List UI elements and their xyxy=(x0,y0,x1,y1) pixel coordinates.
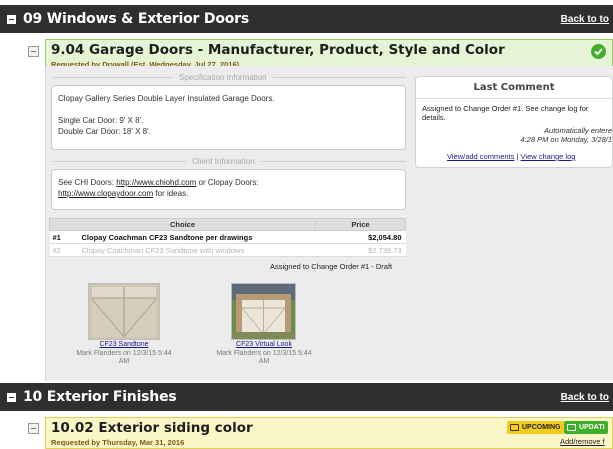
last-comment-panel: Last Comment Assigned to Change Order #1… xyxy=(415,76,613,168)
chiohd-link[interactable]: http://www.chiohd.com xyxy=(116,178,196,187)
comment-text: Assigned to Change Order #1. See change … xyxy=(422,104,589,122)
item-title: 9.04 Garage Doors - Manufacturer, Produc… xyxy=(51,42,505,58)
spec-info-label: Specification Information xyxy=(53,73,406,82)
collapse-item-icon[interactable] xyxy=(28,46,39,57)
attachment-caption: CF23 Sandtone Mark Flanders on 12/3/15 5… xyxy=(76,341,172,365)
choice-number: #2 xyxy=(49,243,80,257)
change-order-note: Assigned to Change Order #1 - Draft xyxy=(270,262,393,271)
comment-meta: Automatically entere 4:28 PM on Monday, … xyxy=(520,126,612,144)
item-requested: Requested by Thursday, Mar 31, 2016 xyxy=(51,438,185,447)
table-header-row: Choice Price xyxy=(49,218,406,231)
choice-column-header: Choice xyxy=(49,218,316,231)
calendar-icon xyxy=(510,424,519,431)
clopay-link[interactable]: http://www.clopaydoor.com xyxy=(58,189,153,198)
spec-info-box: Clopay Gallery Series Double Layer Insul… xyxy=(51,85,406,150)
back-to-top-link[interactable]: Back to to xyxy=(561,14,609,25)
choice-price: $2,054.80 xyxy=(315,230,406,244)
section-title: 10 Exterior Finishes xyxy=(23,389,177,405)
section-title: 09 Windows & Exterior Doors xyxy=(23,11,250,27)
view-change-log-link[interactable]: View change log xyxy=(521,152,576,161)
back-to-top-link[interactable]: Back to to xyxy=(561,392,609,403)
choice-table: Choice Price #1 Clopay Coachman CF23 San… xyxy=(49,218,406,257)
choice-name: Clopay Coachman CF23 Sandtone per drawin… xyxy=(79,230,316,244)
section-header-exterior-finishes[interactable]: 10 Exterior Finishes Back to to xyxy=(0,383,613,411)
comment-links: View/add comments | View change log xyxy=(447,152,576,161)
table-row[interactable]: #2 Clopay Coachman CF23 Sandtone with wi… xyxy=(49,243,406,257)
collapse-item-icon[interactable] xyxy=(28,423,39,434)
choice-number: #1 xyxy=(49,230,80,244)
price-column-header: Price xyxy=(315,218,406,231)
choice-price: $2,739.73 xyxy=(315,243,406,257)
item-title: 10.02 Exterior siding color xyxy=(51,420,253,436)
last-comment-header: Last Comment xyxy=(416,77,612,99)
section-header-windows-doors[interactable]: 09 Windows & Exterior Doors Back to to xyxy=(0,5,613,33)
item-header-garage-doors: 9.04 Garage Doors - Manufacturer, Produc… xyxy=(45,39,613,69)
attachment-thumbnail-sandtone[interactable] xyxy=(88,283,160,340)
client-info-box: See CHI Doors: http://www.chiohd.com or … xyxy=(51,169,406,210)
view-add-comments-link[interactable]: View/add comments xyxy=(447,152,514,161)
collapse-section-icon[interactable] xyxy=(7,392,16,402)
add-remove-link[interactable]: Add/remove f xyxy=(560,437,605,446)
attachment-link[interactable]: CF23 Virtual Look xyxy=(236,341,292,348)
complete-check-icon xyxy=(591,44,606,59)
choice-name: Clopay Coachman CF23 Sandtone with windo… xyxy=(79,243,316,257)
upcoming-badge: UPCOMING xyxy=(507,421,564,434)
attachment-thumbnail-virtual-look[interactable] xyxy=(231,283,296,340)
spec-line: Clopay Gallery Series Double Layer Insul… xyxy=(58,94,275,103)
spec-line: Double Car Door: 18' X 8'. xyxy=(58,127,151,136)
collapse-section-icon[interactable] xyxy=(7,14,16,24)
update-icon xyxy=(567,424,576,431)
update-badge[interactable]: UPDATI xyxy=(564,421,608,434)
spec-line: Single Car Door: 9' X 8'. xyxy=(58,116,144,125)
table-row[interactable]: #1 Clopay Coachman CF23 Sandtone per dra… xyxy=(49,230,406,244)
attachment-caption: CF23 Virtual Look Mark Flanders on 12/3/… xyxy=(216,341,312,365)
attachment-link[interactable]: CF23 Sandtone xyxy=(99,341,148,348)
client-info-label: Client Information xyxy=(53,157,406,166)
